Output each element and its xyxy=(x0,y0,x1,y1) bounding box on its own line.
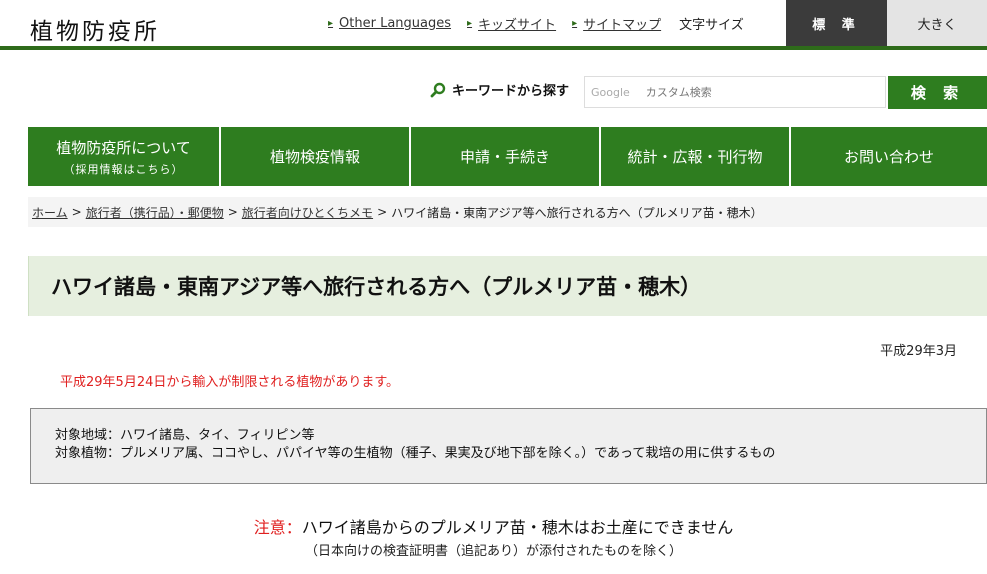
caution-subtext: （日本向けの検査証明書（追記あり）が添付されたものを除く） xyxy=(304,544,682,559)
nav-item-statistics[interactable]: 統計・広報・刊行物 xyxy=(601,127,789,186)
nav-item-contact[interactable]: お問い合わせ xyxy=(791,127,987,186)
breadcrumb-separator: > xyxy=(227,205,238,219)
page-title: ハワイ諸島・東南アジア等へ旅行される方へ（プルメリア苗・穂木） xyxy=(28,256,987,316)
site-title[interactable]: 植物防疫所 xyxy=(30,12,160,46)
search-placeholder: カスタム検索 xyxy=(645,86,712,99)
arrow-icon: ▸ xyxy=(328,18,334,29)
breadcrumb-travel-memo[interactable]: 旅行者向けひとくちメモ xyxy=(242,204,373,221)
breadcrumb-travelers[interactable]: 旅行者（携行品）・郵便物 xyxy=(86,204,224,221)
link-other-languages[interactable]: ▸ Other Languages xyxy=(328,14,451,33)
nav-item-applications[interactable]: 申請・手続き xyxy=(411,127,599,186)
breadcrumb-current: ハワイ諸島・東南アジア等へ旅行される方へ（プルメリア苗・穂木） xyxy=(391,205,763,220)
breadcrumb-separator: > xyxy=(377,205,388,219)
restriction-notice: 平成29年5月24日から輸入が制限される植物があります。 xyxy=(60,375,400,390)
caution-text: ハワイ諸島からのプルメリア苗・穂木はお土産にできません xyxy=(301,518,734,537)
link-kids-site[interactable]: ▸ キッズサイト xyxy=(467,14,556,33)
search-input[interactable]: Google カスタム検索 xyxy=(584,76,886,108)
target-plants: 対象植物：プルメリア属、ココやし、パパイヤ等の生植物（種子、果実及び地下部を除く… xyxy=(55,446,776,461)
publish-date: 平成29年3月 xyxy=(880,344,957,359)
main-nav: 植物防疫所について （採用情報はこちら） 植物検疫情報 申請・手続き 統計・広報… xyxy=(28,127,987,186)
target-info-box: 対象地域：ハワイ諸島、タイ、フィリピン等 対象植物：プルメリア属、ココやし、パパ… xyxy=(30,408,987,484)
arrow-icon: ▸ xyxy=(572,18,578,29)
font-size-standard-button[interactable]: 標 準 xyxy=(786,0,887,46)
target-regions: 対象地域：ハワイ諸島、タイ、フィリピン等 xyxy=(55,428,315,443)
google-brand: Google xyxy=(591,85,630,99)
header-links: ▸ Other Languages ▸ キッズサイト ▸ サイトマップ 文字サイズ xyxy=(328,14,744,33)
header-divider xyxy=(0,46,987,50)
search-button[interactable]: 検 索 xyxy=(888,76,987,109)
search-label: キーワードから探す xyxy=(430,80,569,99)
link-sitemap[interactable]: ▸ サイトマップ xyxy=(572,14,661,33)
search-icon xyxy=(430,82,446,97)
breadcrumb: ホーム > 旅行者（携行品）・郵便物 > 旅行者向けひとくちメモ > ハワイ諸島… xyxy=(28,197,987,227)
caution-message: 注意：ハワイ諸島からのプルメリア苗・穂木はお土産にできません xyxy=(0,514,987,538)
font-size-label: 文字サイズ xyxy=(679,18,744,33)
arrow-icon: ▸ xyxy=(467,18,473,29)
breadcrumb-home[interactable]: ホーム xyxy=(32,204,68,221)
breadcrumb-separator: > xyxy=(71,205,82,219)
nav-item-about[interactable]: 植物防疫所について （採用情報はこちら） xyxy=(28,127,219,186)
caution-label: 注意： xyxy=(253,518,302,537)
nav-item-quarantine-info[interactable]: 植物検疫情報 xyxy=(221,127,409,186)
font-size-large-button[interactable]: 大きく xyxy=(887,0,987,46)
